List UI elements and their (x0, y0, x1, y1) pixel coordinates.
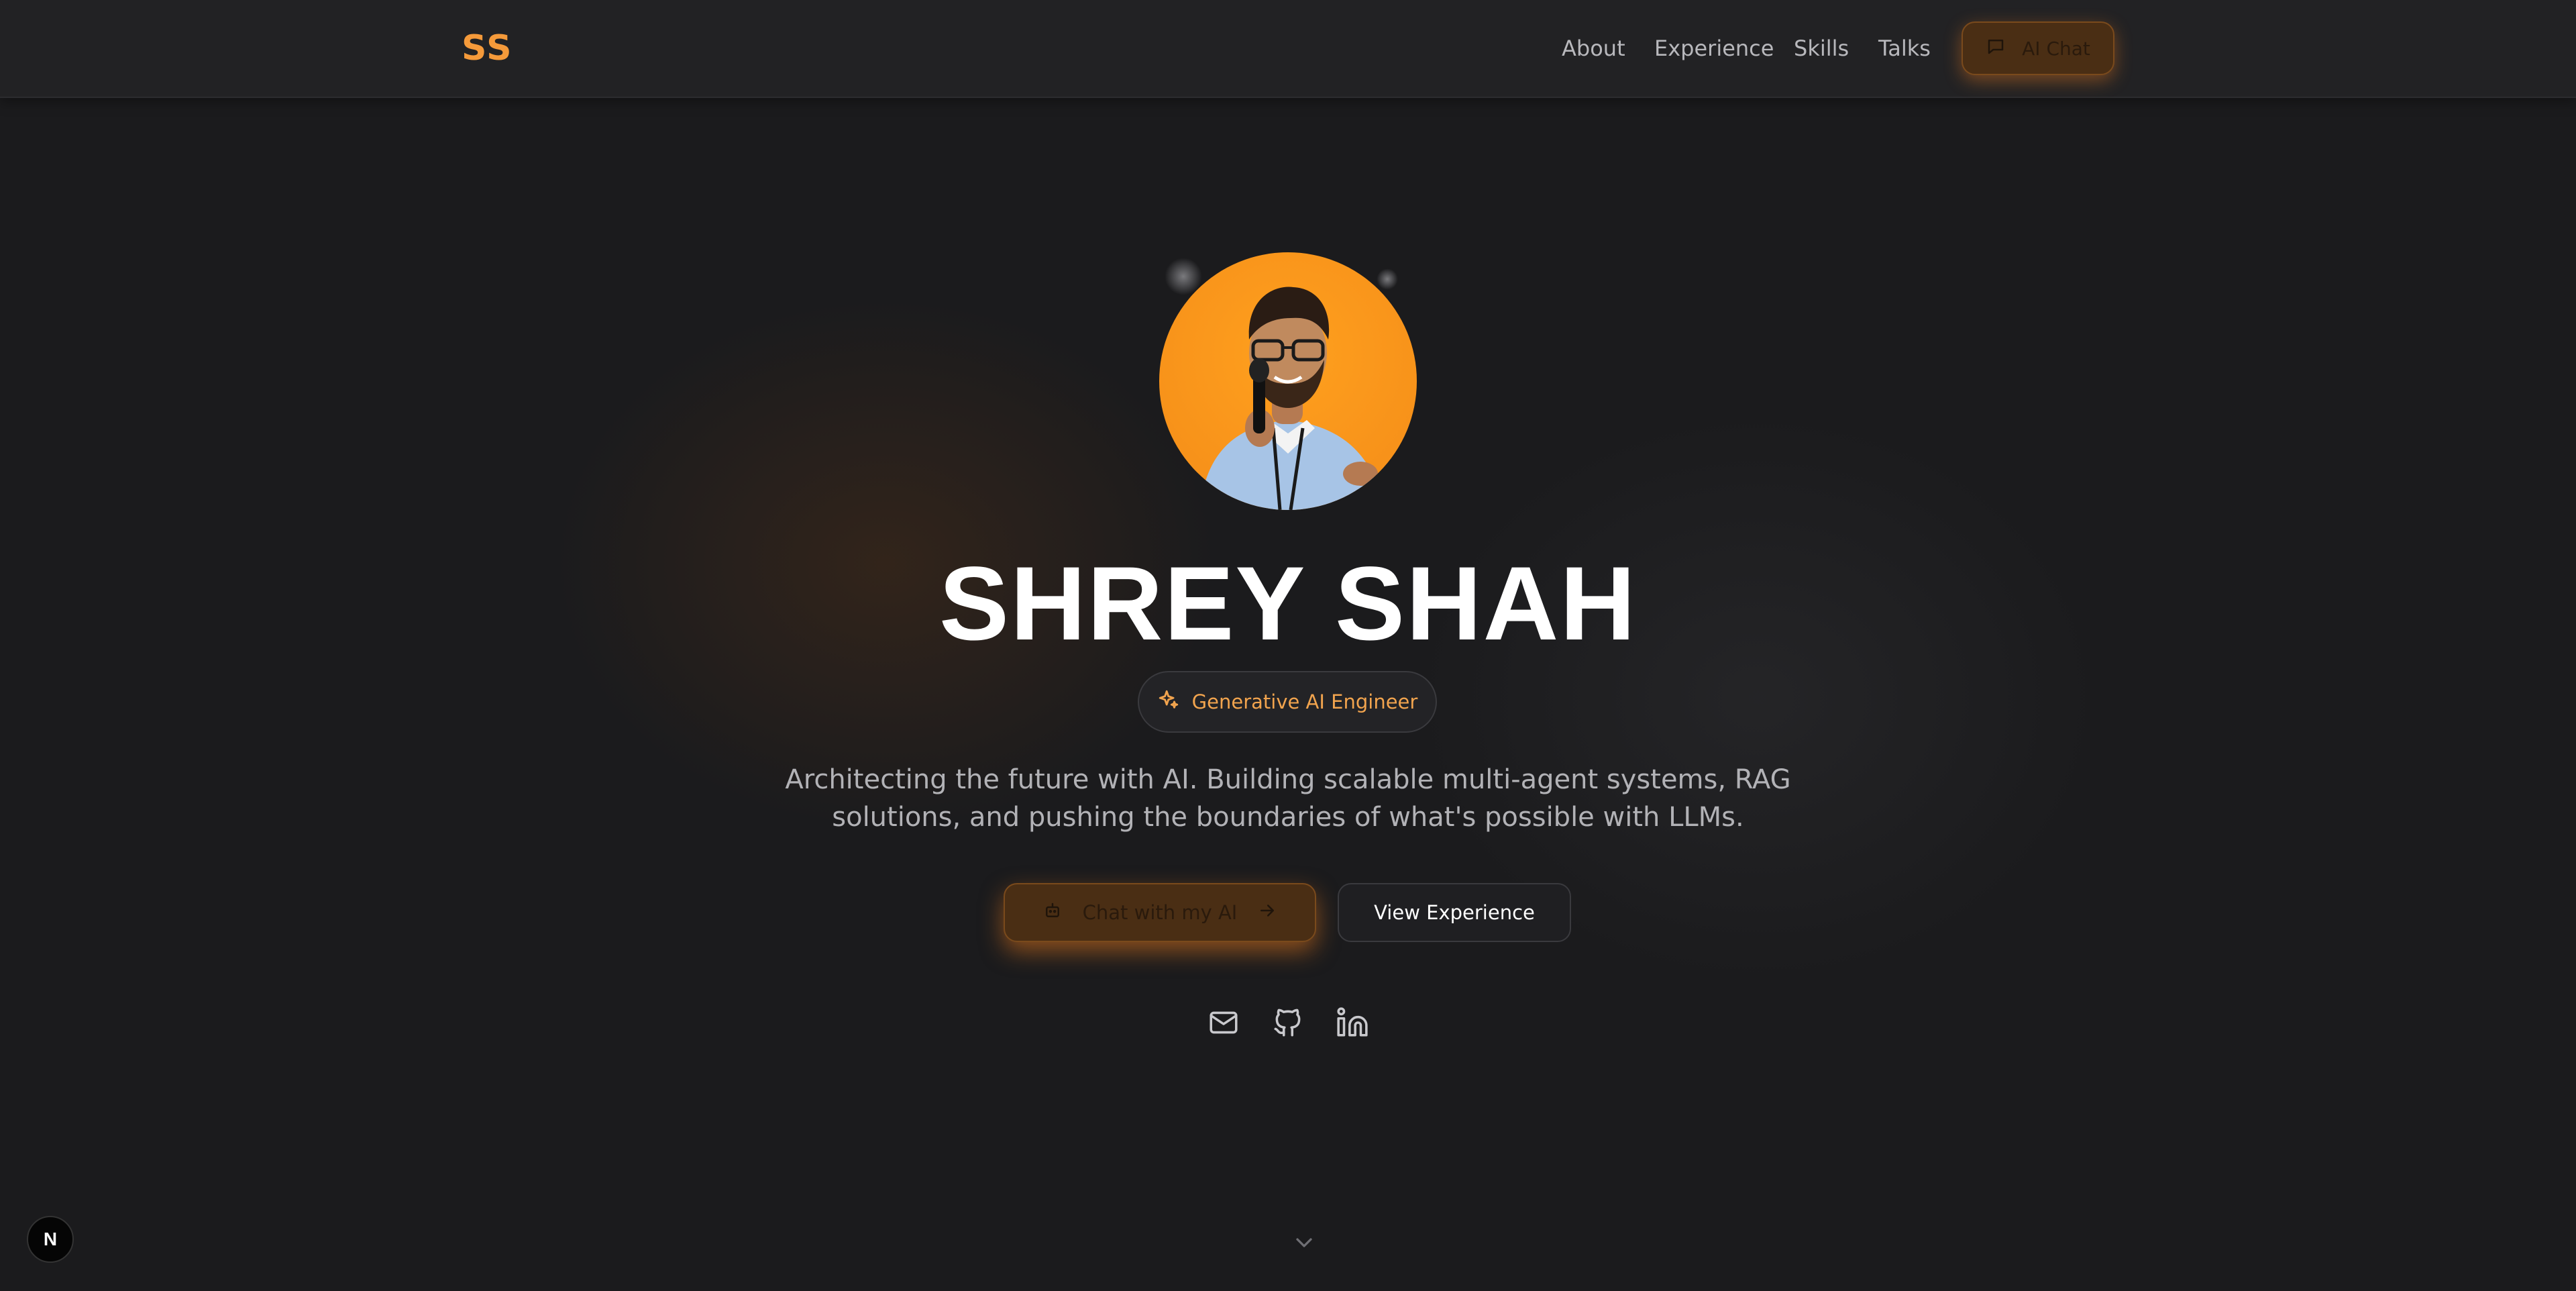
role-label: Generative AI Engineer (1191, 690, 1418, 713)
linkedin-icon[interactable] (1334, 1004, 1371, 1041)
avatar (1159, 252, 1417, 510)
tagline-line: Architecting the future with AI. Buildin… (785, 764, 1791, 795)
view-experience-button[interactable]: View Experience (1338, 883, 1571, 942)
sparkles-icon (1157, 688, 1180, 716)
nextjs-dev-badge[interactable]: N (27, 1216, 74, 1263)
arrow-right-icon (1257, 900, 1277, 925)
nav-link-experience[interactable]: Experience (1654, 28, 1774, 68)
hero-tagline: Architecting the future with AI. Buildin… (785, 761, 1791, 836)
ai-chat-button[interactable]: AI Chat (1962, 21, 2114, 75)
chat-with-ai-label: Chat with my AI (1082, 901, 1238, 924)
chevron-down-icon[interactable] (1291, 1229, 1318, 1256)
nav-link-skills[interactable]: Skills (1794, 28, 1849, 68)
mail-icon[interactable] (1205, 1004, 1242, 1041)
nav-link-about[interactable]: About (1562, 28, 1625, 68)
chat-bubble-icon (1986, 36, 2006, 61)
nextjs-logo-icon: N (44, 1229, 57, 1249)
hero-name: SHREY SHAH (938, 546, 1638, 662)
bot-icon (1042, 900, 1063, 925)
profile-photo (1199, 287, 1384, 510)
tagline-line: solutions, and pushing the boundaries of… (832, 802, 1744, 833)
badge-letter: N (44, 1229, 57, 1249)
ai-chat-label: AI Chat (2022, 37, 2090, 60)
nav-link-talks[interactable]: Talks (1878, 28, 1931, 68)
page: SS About Experience Skills Talks AI Chat (0, 0, 2576, 1291)
github-icon[interactable] (1269, 1004, 1307, 1041)
logo[interactable]: SS (462, 27, 513, 70)
site-header: SS About Experience Skills Talks AI Chat (0, 0, 2576, 98)
role-badge: Generative AI Engineer (1138, 671, 1437, 733)
chat-with-ai-button[interactable]: Chat with my AI (1004, 883, 1316, 942)
